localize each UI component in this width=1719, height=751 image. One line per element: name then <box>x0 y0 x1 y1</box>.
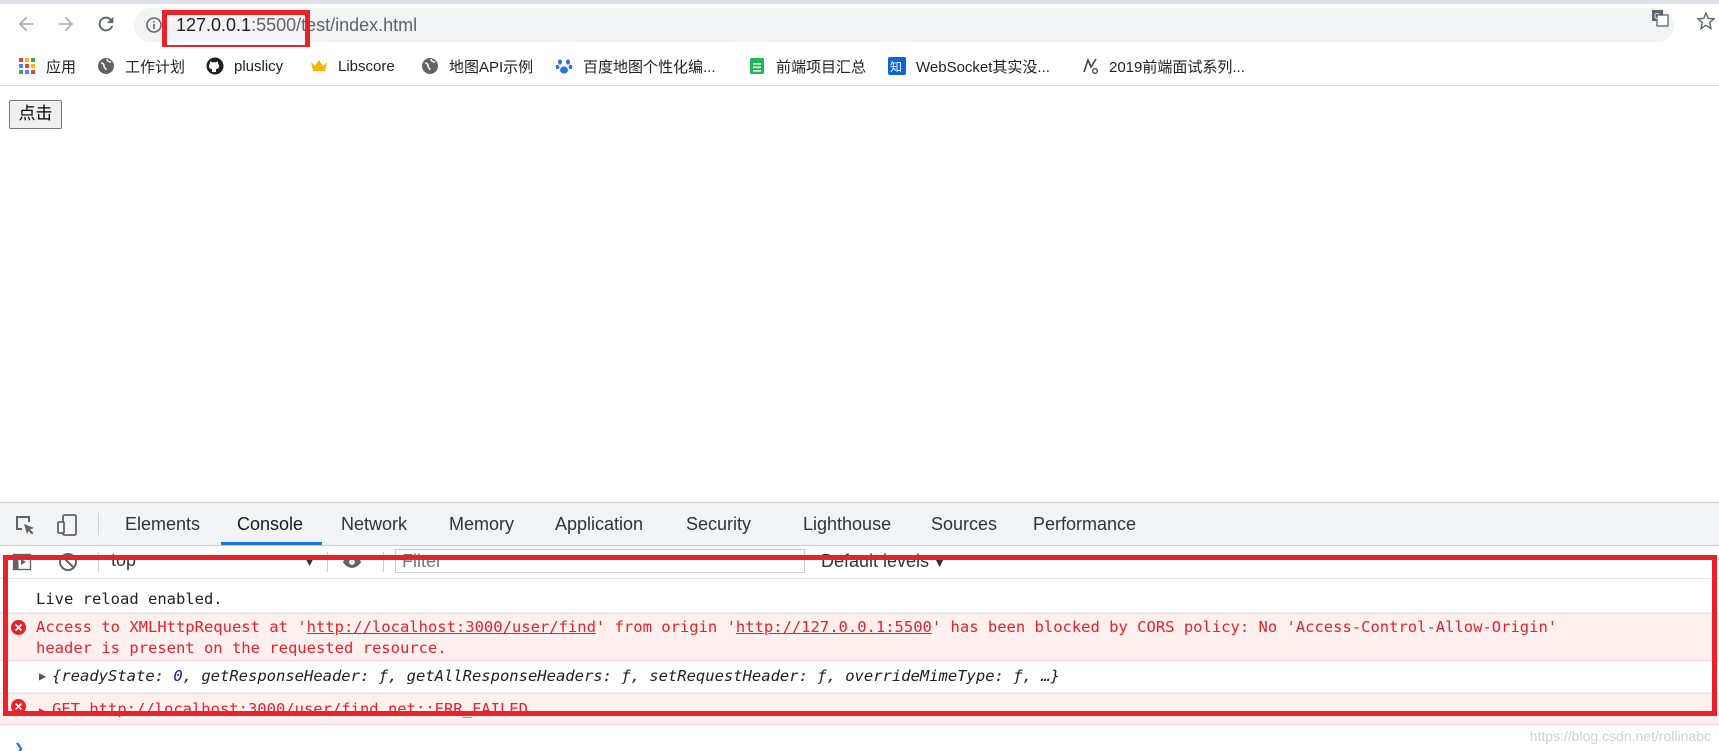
message-text: GET http://localhost:3000/user/find net:… <box>52 698 528 720</box>
object-number: 0 <box>173 667 183 685</box>
bookmark-map-api[interactable]: 地图API示例 <box>421 55 533 77</box>
tab-elements[interactable]: Elements <box>125 514 200 535</box>
back-button[interactable] <box>13 11 39 37</box>
origin-url-link[interactable]: http://127.0.0.1:5500 <box>736 618 932 636</box>
bookmark-label: Libscore <box>338 57 395 75</box>
tab-console[interactable]: Console <box>237 514 303 535</box>
clear-console-icon[interactable] <box>58 552 78 572</box>
message-part: net::ERR_FAILED <box>378 700 528 718</box>
dropdown-arrow-icon: ▼ <box>303 554 316 569</box>
bookmark-label: 应用 <box>46 58 77 76</box>
request-url-link[interactable]: http://localhost:3000/user/find <box>307 618 596 636</box>
crown-icon <box>310 57 328 75</box>
dropdown-arrow-icon: ▼ <box>933 555 946 570</box>
bookmark-pluslicy[interactable]: pluslicy <box>206 55 283 77</box>
devtools-panel: Elements Console Network Memory Applicat… <box>0 502 1719 751</box>
tab-lighthouse[interactable]: Lighthouse <box>803 514 891 535</box>
tab-application[interactable]: Application <box>555 514 643 535</box>
reload-button[interactable] <box>93 11 119 37</box>
log-levels-dropdown[interactable]: Default levels ▼ <box>821 551 946 572</box>
console-error-cors: Access to XMLHttpRequest at 'http://loca… <box>0 613 1719 661</box>
console-log-message: Live reload enabled. <box>0 586 1719 613</box>
bookmarks-bar: 应用 工作计划 pluslicy Libscore 地图API示例 百度地图个性… <box>0 47 1719 86</box>
info-icon[interactable] <box>146 17 162 33</box>
request-url-link[interactable]: http://localhost:3000/user/find <box>89 700 378 718</box>
address-bar[interactable]: 127.0.0.1:5500/test/index.html <box>134 8 1674 42</box>
context-selector[interactable]: top ▼ <box>111 550 316 574</box>
watermark: https://blog.csdn.net/rollinabc <box>1529 728 1711 744</box>
message-part: Access to XMLHttpRequest at ' <box>36 618 307 636</box>
forward-button[interactable] <box>53 11 79 37</box>
svg-text:G: G <box>1654 12 1660 21</box>
live-expression-eye-icon[interactable] <box>342 552 362 572</box>
bookmark-label: 前端项目汇总 <box>776 58 867 76</box>
green-sheet-icon <box>748 57 766 75</box>
bookmark-baidu-map[interactable]: 百度地图个性化编... <box>555 55 716 77</box>
console-messages: Live reload enabled. Access to XMLHttpRe… <box>0 579 1719 751</box>
bookmark-websocket[interactable]: 知 WebSocket其实没... <box>888 55 1050 77</box>
bookmark-label: 2019前端面试系列... <box>1109 58 1245 76</box>
message-part: ' from origin ' <box>595 618 736 636</box>
tab-security[interactable]: Security <box>686 514 751 535</box>
toolbar-separator <box>98 513 99 535</box>
bookmark-label: 工作计划 <box>125 58 186 76</box>
object-part: {readyState: <box>52 667 174 685</box>
bookmark-2019-interview[interactable]: 2019前端面试系列... <box>1081 55 1245 77</box>
url-highlight-annotation <box>162 10 310 50</box>
error-icon <box>11 699 26 714</box>
expand-triangle-icon[interactable]: ▶ <box>39 665 46 687</box>
tab-sources[interactable]: Sources <box>931 514 997 535</box>
baidu-paw-icon <box>555 57 573 75</box>
translate-icon[interactable]: G <box>1651 9 1669 27</box>
toolbar-separator <box>383 552 384 572</box>
bookmark-libscore[interactable]: Libscore <box>310 55 395 77</box>
device-toolbar-icon[interactable] <box>55 513 79 537</box>
tab-strip-edge <box>0 0 1719 4</box>
click-button[interactable]: 点击 <box>9 100 62 129</box>
bookmark-star-icon[interactable] <box>1697 12 1715 30</box>
back-arrow-icon <box>18 16 34 32</box>
bookmark-label: 百度地图个性化编... <box>583 58 716 76</box>
message-text: Live reload enabled. <box>36 590 223 608</box>
console-object-message[interactable]: ▶ {readyState: 0, getResponseHeader: ƒ, … <box>0 660 1719 693</box>
console-error-get: ▶ GET http://localhost:3000/user/find ne… <box>0 693 1719 725</box>
forward-arrow-icon <box>58 16 74 32</box>
levels-label: Default levels <box>821 551 930 571</box>
console-toolbar: top ▼ Default levels▼ <box>0 546 1719 579</box>
bookmark-label: WebSocket其实没... <box>916 58 1050 76</box>
url-path: test/index.html <box>301 15 418 35</box>
error-icon <box>11 620 26 635</box>
bookmark-doc-icon <box>1081 57 1099 75</box>
reload-icon <box>98 16 114 32</box>
tab-memory[interactable]: Memory <box>449 514 514 535</box>
globe-icon <box>97 57 115 75</box>
object-part: , getResponseHeader: ƒ, getAllResponseHe… <box>182 667 1060 685</box>
message-text: Access to XMLHttpRequest at 'http://loca… <box>36 616 1557 638</box>
context-value: top <box>111 550 137 570</box>
apps-grid-icon <box>18 57 36 75</box>
message-part: ' has been blocked by CORS policy: No 'A… <box>931 618 1558 636</box>
toolbar-separator <box>98 552 99 572</box>
svg-text:知: 知 <box>890 60 902 74</box>
devtools-tab-bar: Elements Console Network Memory Applicat… <box>0 503 1719 546</box>
active-tab-indicator <box>221 542 322 545</box>
bookmark-label: 地图API示例 <box>449 58 534 76</box>
bookmark-label: pluslicy <box>234 57 284 75</box>
globe-icon <box>421 57 439 75</box>
expand-triangle-icon[interactable]: ▶ <box>39 700 46 722</box>
message-text-continued: header is present on the requested resou… <box>36 639 447 657</box>
tab-performance[interactable]: Performance <box>1033 514 1136 535</box>
zhihu-icon: 知 <box>888 57 906 75</box>
bookmark-apps[interactable]: 应用 <box>18 55 76 77</box>
bookmark-frontend-projects[interactable]: 前端项目汇总 <box>748 55 866 77</box>
message-part: GET <box>52 700 90 718</box>
inspect-element-icon[interactable] <box>13 513 37 537</box>
console-filter-input[interactable] <box>395 549 805 573</box>
github-icon <box>206 57 224 75</box>
sidebar-toggle-icon[interactable] <box>12 552 32 572</box>
tab-network[interactable]: Network <box>341 514 407 535</box>
xhr-object-preview: {readyState: 0, getResponseHeader: ƒ, ge… <box>52 665 1060 687</box>
toolbar-separator <box>327 552 328 572</box>
bookmark-work-plan[interactable]: 工作计划 <box>97 55 185 77</box>
